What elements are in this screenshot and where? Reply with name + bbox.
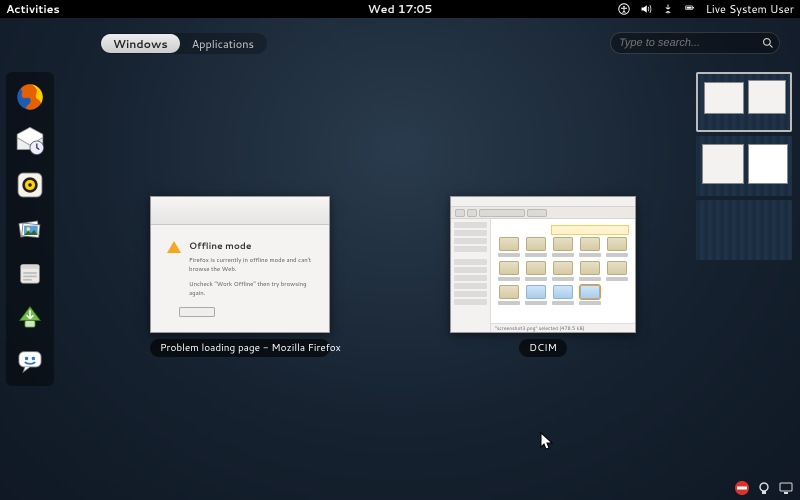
- folder-item: [552, 237, 574, 257]
- message-tray: [734, 480, 794, 496]
- dash-app-rhythmbox[interactable]: [11, 166, 49, 204]
- try-again-button: [179, 307, 215, 317]
- display-icon[interactable]: [778, 480, 794, 496]
- workspace-3[interactable]: [696, 200, 792, 260]
- search-box[interactable]: [610, 32, 780, 54]
- accessibility-icon[interactable]: [618, 3, 630, 15]
- top-bar: Activities Wed 17:05 Live System User: [0, 0, 800, 18]
- image-item: [525, 285, 547, 305]
- folder-item: [606, 261, 628, 281]
- files-sidebar: [451, 219, 491, 332]
- image-item: [552, 285, 574, 305]
- image-item: [579, 285, 601, 305]
- network-icon[interactable]: [662, 3, 674, 15]
- window-caption: Problem loading page - Mozilla Firefox: [150, 339, 330, 357]
- folder-item: [498, 285, 520, 305]
- view-selector: Windows Applications: [100, 33, 267, 54]
- search-icon: [762, 37, 774, 49]
- activities-button[interactable]: Activities: [6, 1, 60, 17]
- folder-item: [552, 261, 574, 281]
- offline-heading: Offline mode: [189, 239, 313, 252]
- files-statusbar: "screenshot3.png" selected (478.5 kB): [491, 323, 635, 332]
- dash-app-files[interactable]: [11, 254, 49, 292]
- offline-bullet: Uncheck "Work Offline" then try browsing…: [189, 279, 313, 297]
- warning-icon: [167, 241, 181, 253]
- dash-app-software-install[interactable]: [11, 298, 49, 336]
- offline-message: Firefox is currently in offline mode and…: [189, 255, 313, 273]
- workspace-switcher: [696, 72, 792, 260]
- search-input[interactable]: [619, 37, 762, 49]
- bulb-icon[interactable]: [756, 480, 772, 496]
- firefox-toolbar: [151, 197, 329, 225]
- tab-windows[interactable]: Windows: [101, 34, 180, 53]
- no-entry-icon[interactable]: [734, 480, 750, 496]
- files-grid: [491, 219, 635, 323]
- tab-applications[interactable]: Applications: [180, 34, 266, 53]
- dash-app-firefox[interactable]: [11, 78, 49, 116]
- dash-app-empathy[interactable]: [11, 342, 49, 380]
- nav-back-button: [455, 209, 465, 217]
- workspace-2[interactable]: [696, 136, 792, 196]
- photo-import-banner: [551, 225, 629, 235]
- files-pathbar: [451, 207, 635, 219]
- nav-fwd-button: [467, 209, 477, 217]
- folder-item: [606, 237, 628, 257]
- folder-item: [525, 261, 547, 281]
- path-segment: [479, 209, 525, 217]
- folder-item: [498, 237, 520, 257]
- workspace-1[interactable]: [696, 72, 792, 132]
- window-caption: DCIM: [519, 339, 567, 357]
- path-segment: [527, 209, 547, 217]
- files-menubar: [451, 197, 635, 207]
- folder-item: [525, 237, 547, 257]
- window-thumb-firefox[interactable]: Offline mode Firefox is currently in off…: [150, 196, 330, 357]
- battery-icon[interactable]: [684, 3, 696, 15]
- cursor-pointer-icon: [540, 432, 554, 452]
- folder-item: [579, 261, 601, 281]
- dash-app-shotwell[interactable]: [11, 210, 49, 248]
- folder-item: [579, 237, 601, 257]
- window-thumb-files[interactable]: "screenshot3.png" selected (478.5 kB) DC…: [450, 196, 636, 357]
- dash: [6, 72, 54, 386]
- folder-item: [498, 261, 520, 281]
- user-menu[interactable]: Live System User: [706, 1, 794, 17]
- dash-app-evolution[interactable]: [11, 122, 49, 160]
- volume-icon[interactable]: [640, 3, 652, 15]
